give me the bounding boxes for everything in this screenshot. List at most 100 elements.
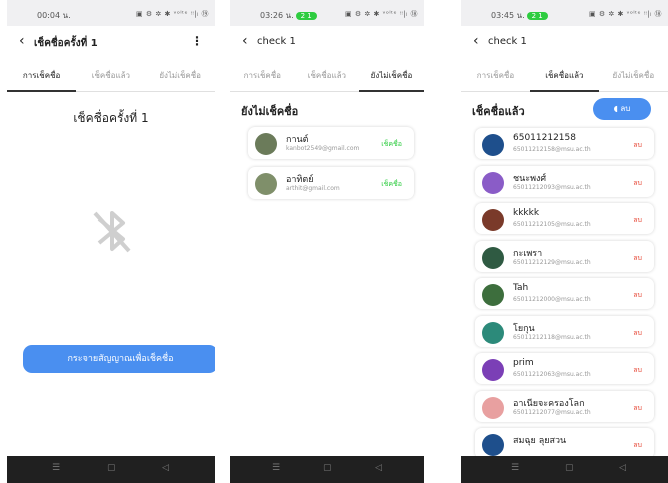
back-icon[interactable]: ◁ [619,463,626,473]
person-name: ชนะพงศ์ [513,173,547,184]
status-time: 03:26 น. 2 1 [260,9,317,22]
list-item: ชนะพงศ์ 65011212093@msu.ac.th ลบ [475,165,654,197]
person-name: prim [513,358,534,368]
status-bar: 03:26 น. 2 1 ▣ ⚙ ✲ ✱ ᵛᵒˡᵗᵉ ᵎᵎ|ₗ ⑱ [230,0,424,26]
list-item: กะเพรา 65011212129@msu.ac.th ลบ [475,240,654,272]
menu-icon[interactable]: ☰ [511,463,519,473]
status-time: 00:04 น. [37,11,71,20]
person-email: 65011212118@msu.ac.th [513,333,591,341]
delete-button[interactable]: ลบ [633,365,642,376]
list-item: kkkkk 65011212105@msu.ac.th ลบ [475,203,654,234]
delete-button[interactable]: ลบ [633,215,642,226]
tab-checkin[interactable]: การเช็คชื่อ [461,69,530,82]
person-name: kkkkk [513,208,540,218]
app-header: ‹ check 1 [461,26,668,58]
bluetooth-off-icon [93,211,131,253]
delete-button[interactable]: ลบ [633,140,642,151]
tab-bar: การเช็คชื่อ เช็คชื่อแล้ว ยังไม่เช็คชื่อ [461,58,668,92]
avatar [482,359,504,381]
back-arrow-icon[interactable]: ‹ [19,33,25,49]
status-time: 03:45 น. 2 1 [491,9,548,22]
person-name: อาเนียจะครองโลก [513,398,585,409]
tab-bar: การเช็คชื่อ เช็คชื่อแล้ว ยังไม่เช็คชื่อ [7,58,215,92]
broadcast-checkin-button[interactable]: กระจายสัญญาณเพื่อเช็คชื่อ [23,345,215,373]
android-nav-bar: ☰ ▢ ◁ [461,456,668,483]
back-arrow-icon[interactable]: ‹ [242,33,248,49]
avatar [255,133,277,155]
list-item: 65011212158 65011212158@msu.ac.th ลบ [475,128,654,159]
avatar [482,134,504,156]
list-item: อาเนียจะครองโลก 65011212077@msu.ac.th ลบ [475,390,654,422]
person-email: 65011212105@msu.ac.th [513,221,591,228]
tab-unchecked[interactable]: ยังไม่เช็คชื่อ [359,69,424,82]
delete-all-button[interactable]: ◖ ลบ [593,98,651,120]
list-item: อาทิตย์ arthit@gmail.com เช็คชื่อ [248,167,414,199]
avatar [482,246,504,269]
tab-unchecked[interactable]: ยังไม่เช็คชื่อ [599,69,668,82]
tab-indicator [529,90,599,92]
app-header: ‹ เช็คชื่อครั้งที่ 1 ⋮ [7,26,215,58]
list-item: Tah 65011212000@msu.ac.th ลบ [475,278,654,309]
tab-checkin[interactable]: การเช็คชื่อ [7,69,76,82]
back-arrow-icon[interactable]: ‹ [473,33,479,49]
android-nav-bar: ☰ ▢ ◁ [230,456,424,483]
avatar [482,209,504,231]
home-icon[interactable]: ▢ [323,463,332,473]
list-item: กานต์ kanbot2549@gmail.com เช็คชื่อ [248,127,414,159]
delete-button[interactable]: ลบ [633,328,642,339]
person-name: โยกุน [513,323,535,334]
delete-button[interactable]: ลบ [633,403,642,414]
person-email: 65011212158@msu.ac.th [513,146,591,153]
avatar [482,434,504,456]
back-icon[interactable]: ◁ [375,463,382,473]
page-title: เช็คชื่อครั้งที่ 1 [34,38,98,49]
home-icon[interactable]: ▢ [565,463,574,473]
status-bar: 03:45 น. 2 1 ▣ ⚙ ✲ ✱ ᵛᵒˡᵗᵉ ᵎᵎ|ₗ ⑱ [461,0,668,26]
tab-indicator [359,90,424,92]
checkin-button[interactable]: เช็คชื่อ [381,179,402,190]
status-icons: ▣ ⚙ ✲ ✱ ᵛᵒˡᵗᵉ ᵎᵎ|ₗ ⑱ [345,10,418,18]
tab-checked[interactable]: เช็คชื่อแล้ว [295,69,360,82]
tab-indicator [7,90,77,92]
person-email: 65011212000@msu.ac.th [513,296,591,303]
person-email: 65011212063@msu.ac.th [513,371,591,378]
person-email: 65011212093@msu.ac.th [513,183,591,191]
tab-checked[interactable]: เช็คชื่อแล้ว [76,69,145,82]
person-name: กานต์ [286,135,309,145]
checkin-button[interactable]: เช็คชื่อ [381,139,402,150]
menu-icon[interactable]: ☰ [272,463,280,473]
delete-button[interactable]: ลบ [633,178,642,189]
android-nav-bar: ☰ ▢ ◁ [7,456,215,483]
tab-checkin[interactable]: การเช็คชื่อ [230,69,295,82]
status-icons: ▣ ⚙ ✲ ✱ ᵛᵒˡᵗᵉ ᵎᵎ|ₗ ⑱ [589,10,662,18]
person-name: กะเพรา [513,248,543,259]
delete-button[interactable]: ลบ [633,440,642,451]
person-name: Tah [513,283,529,293]
delete-button[interactable]: ลบ [633,290,642,301]
delete-button[interactable]: ลบ [633,253,642,264]
section-title: ยังไม่เช็คชื่อ [241,105,299,118]
menu-icon[interactable]: ☰ [52,463,60,473]
more-menu-icon[interactable]: ⋮ [191,34,203,48]
home-icon[interactable]: ▢ [107,463,116,473]
avatar [482,321,504,344]
tab-unchecked[interactable]: ยังไม่เช็คชื่อ [146,69,215,82]
back-icon[interactable]: ◁ [162,463,169,473]
person-email: 65011212077@msu.ac.th [513,408,591,416]
phone-check-session: 00:04 น. ▣ ⚙ ✲ ✱ ᵛᵒˡᵗᵉ ᵎᵎ|ₗ ⑲ ‹ เช็คชื่อ… [7,0,215,483]
avatar [482,284,504,306]
person-email: arthit@gmail.com [286,185,340,192]
phone-unchecked-list: 03:26 น. 2 1 ▣ ⚙ ✲ ✱ ᵛᵒˡᵗᵉ ᵎᵎ|ₗ ⑱ ‹ check… [230,0,424,483]
section-title: เช็คชื่อแล้ว [472,105,525,118]
avatar [482,396,504,419]
avatar [482,171,504,194]
tab-checked[interactable]: เช็คชื่อแล้ว [530,69,599,82]
tab-bar: การเช็คชื่อ เช็คชื่อแล้ว ยังไม่เช็คชื่อ [230,58,424,92]
person-name: 65011212158 [513,133,576,143]
person-email: kanbot2549@gmail.com [286,145,360,152]
list-item: สมฉุย ลุยสวน ลบ [475,428,654,459]
avatar [255,173,277,195]
page-title: check 1 [488,36,527,47]
phone-checked-list: 03:45 น. 2 1 ▣ ⚙ ✲ ✱ ᵛᵒˡᵗᵉ ᵎᵎ|ₗ ⑱ ‹ check… [461,0,668,483]
page-title: check 1 [257,36,296,47]
